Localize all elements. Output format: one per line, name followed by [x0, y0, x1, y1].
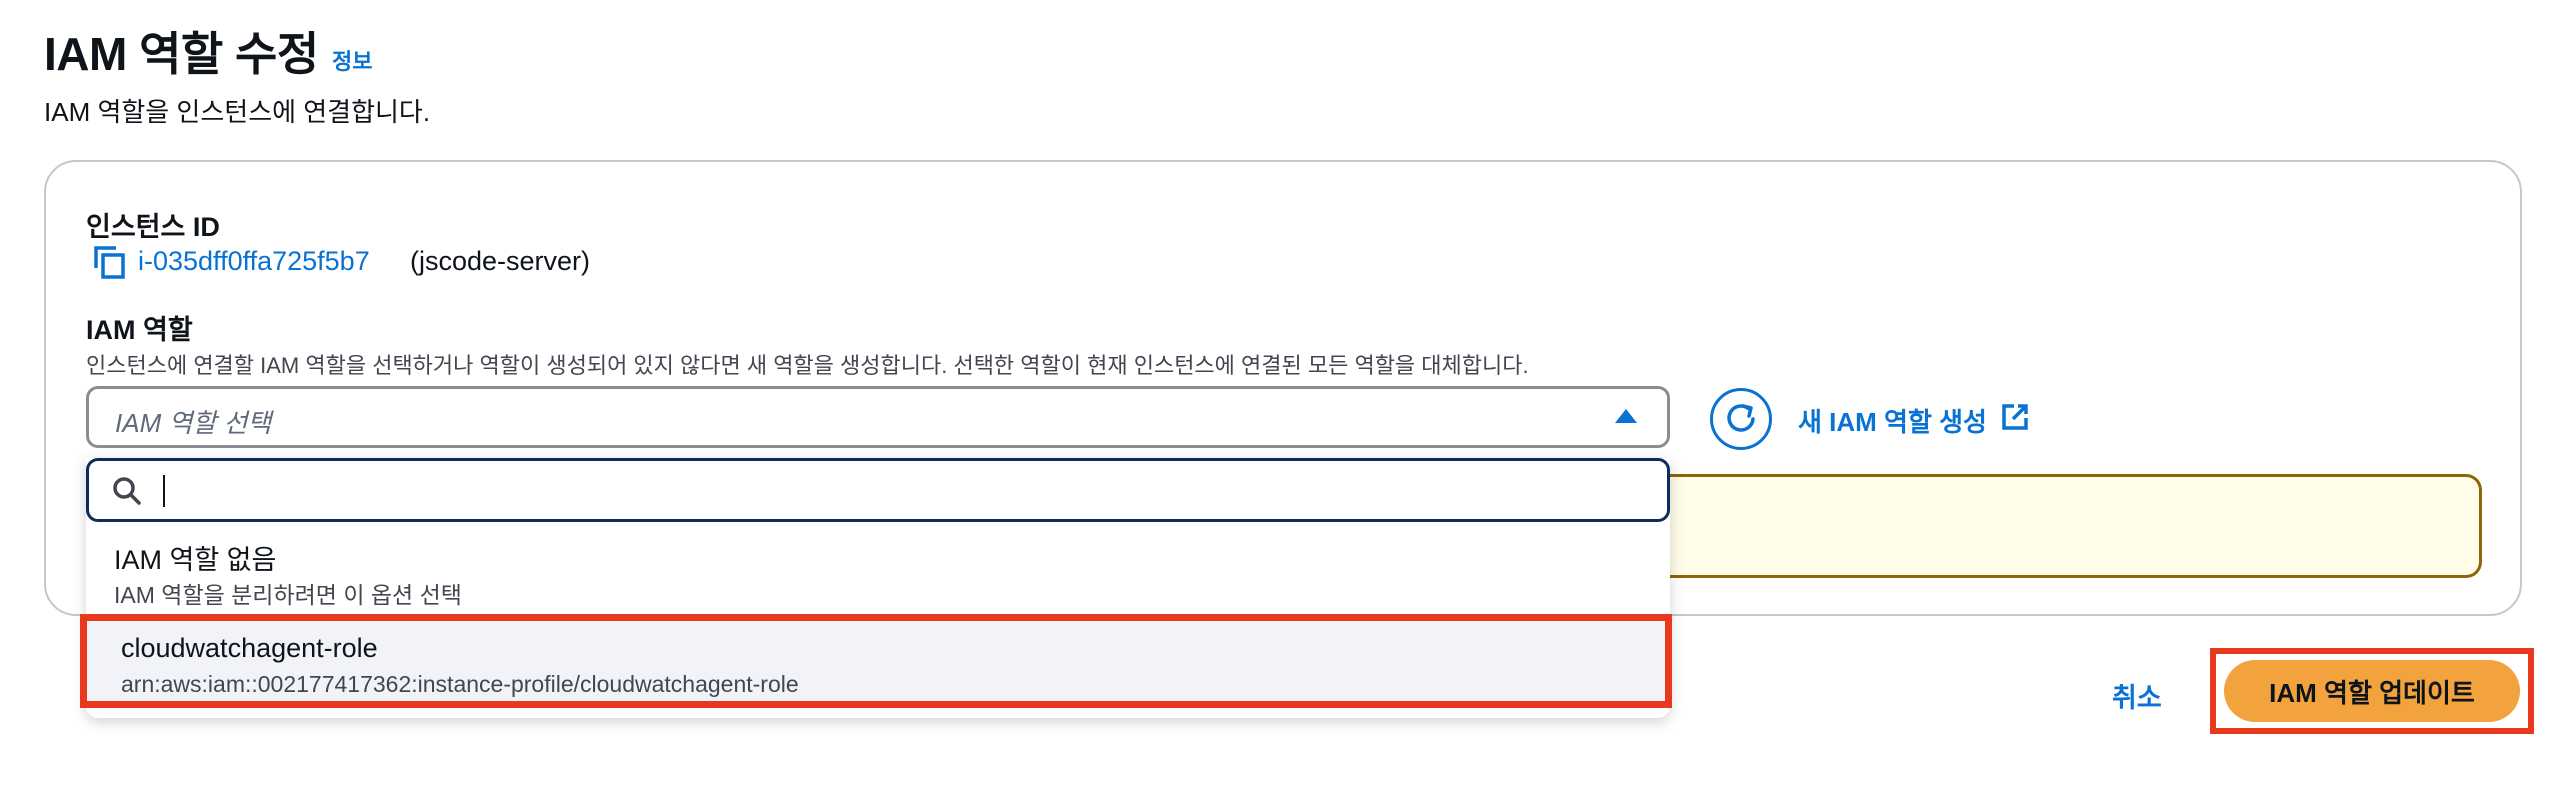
page-description: IAM 역할을 인스턴스에 연결합니다.	[44, 97, 431, 127]
caret-up-icon	[1615, 409, 1637, 423]
role-search-input[interactable]	[86, 458, 1670, 522]
iam-role-select-placeholder: IAM 역할 선택	[115, 408, 272, 438]
search-icon	[111, 475, 143, 512]
option-role-arn: arn:aws:iam::002177417362:instance-profi…	[121, 671, 799, 697]
instance-id-link[interactable]: i-035dff0ffa725f5b7	[138, 246, 370, 277]
instance-name: (jscode-server)	[410, 246, 591, 276]
warning-alert	[1660, 474, 2482, 578]
page-title: IAM 역할 수정	[44, 28, 319, 80]
option-no-role-title[interactable]: IAM 역할 없음	[114, 538, 276, 577]
instance-id-label: 인스턴스 ID	[86, 212, 220, 242]
option-no-role-subtitle[interactable]: IAM 역할을 분리하려면 이 옵션 선택	[114, 576, 462, 610]
refresh-icon	[1727, 404, 1755, 432]
text-cursor	[163, 475, 165, 507]
option-role-title: cloudwatchagent-role	[121, 633, 378, 663]
update-iam-role-button[interactable]: IAM 역할 업데이트	[2224, 660, 2520, 722]
copy-icon[interactable]	[92, 244, 126, 280]
iam-role-label: IAM 역할	[86, 315, 193, 345]
option-cloudwatchagent-role[interactable]: cloudwatchagent-role arn:aws:iam::002177…	[80, 614, 1672, 708]
refresh-button[interactable]	[1710, 388, 1772, 450]
iam-role-description: 인스턴스에 연결할 IAM 역할을 선택하거나 역할이 생성되어 있지 않다면 …	[86, 353, 1529, 378]
cancel-button[interactable]: 취소	[2112, 676, 2162, 715]
create-iam-role-link[interactable]: 새 IAM 역할 생성	[1798, 402, 1987, 439]
iam-role-select[interactable]: IAM 역할 선택	[86, 386, 1670, 448]
info-link[interactable]: 정보	[332, 44, 372, 76]
external-link-icon[interactable]	[2000, 402, 2030, 437]
